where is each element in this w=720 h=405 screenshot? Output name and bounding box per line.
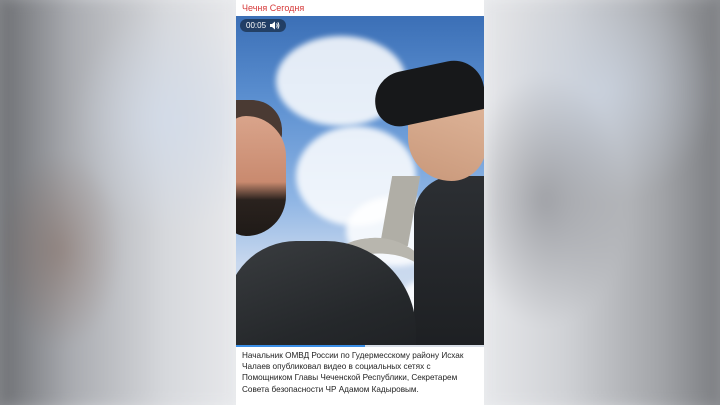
video-player[interactable]: 00:05 (236, 16, 484, 346)
blurred-background-right (484, 0, 720, 405)
speaker-icon[interactable] (270, 21, 280, 30)
video-progress-bar[interactable] (236, 345, 484, 347)
channel-name[interactable]: Чечня Сегодня (242, 3, 304, 14)
person-left-face (236, 116, 286, 236)
video-progress-fill (236, 345, 365, 347)
video-time: 00:05 (246, 21, 267, 30)
post-caption: Начальник ОМВД России по Гудермесскому р… (242, 351, 464, 394)
blurred-background-left (0, 0, 236, 405)
person-right-jacket (414, 176, 484, 346)
telegram-post: Чечня Сегодня 00:05 Начальник ОМВД Росси… (236, 0, 484, 405)
video-timer[interactable]: 00:05 (240, 19, 287, 32)
